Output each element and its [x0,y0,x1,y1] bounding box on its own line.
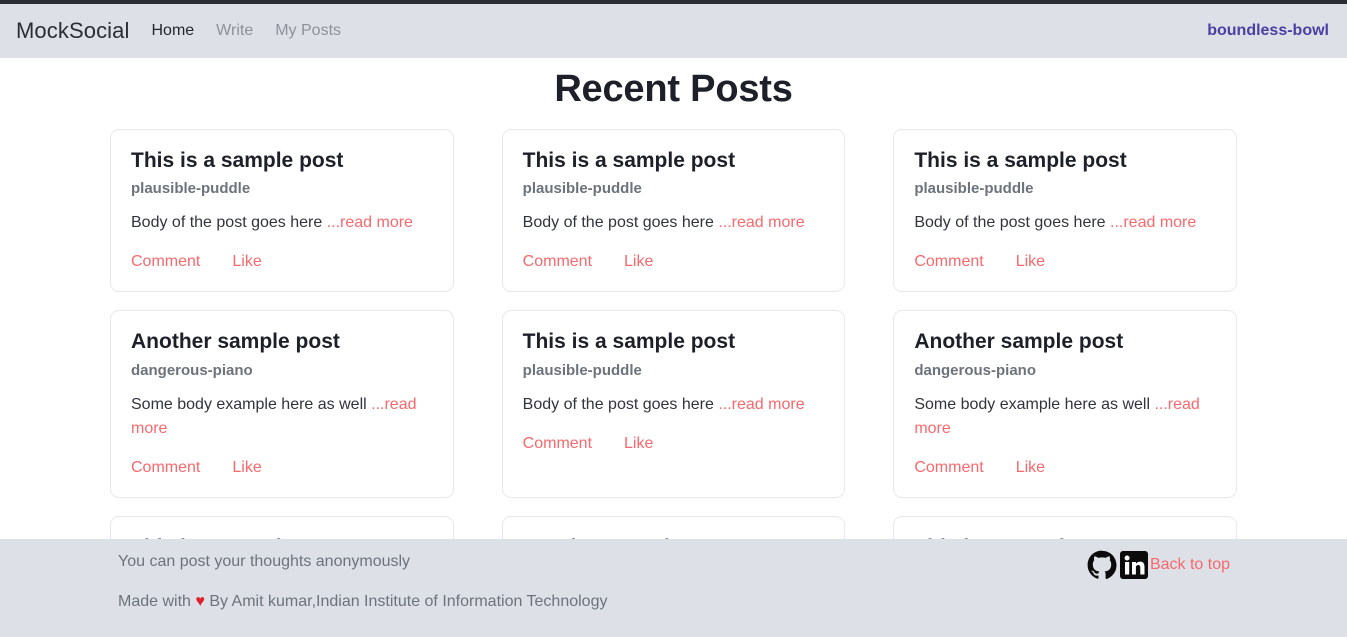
like-button[interactable]: Like [1016,459,1045,477]
post-author: plausible-puddle [131,180,251,198]
like-button[interactable]: Like [624,435,653,453]
footer-tagline: You can post your thoughts anonymously [118,553,411,570]
post-body: Body of the post goes here ...read more [131,211,433,235]
post-card: This is a sample postplausible-puddleBod… [893,515,1237,539]
post-card: Another sample post dangerous-piano Some b… [893,310,1237,498]
main-content: Recent Posts This is a sample post plausi… [0,58,1347,539]
nav-link-home[interactable]: Home [151,22,194,40]
read-more-link[interactable]: ...read more [327,214,413,231]
post-actions: Comment Like [131,253,433,271]
post-card: Another sample postdangerous-pianoSome b… [501,515,846,539]
comment-button[interactable]: Comment [131,459,200,477]
post-card: This is a sample post plausible-puddle Bod… [893,129,1237,293]
footer-credit: Made with ♥ By Amit kumar,Indian Institu… [118,593,607,611]
read-more-link[interactable]: ...read more [718,396,804,413]
post-body-text: Some body example here as well [914,395,1155,413]
post-body-text: Some body example here as well [131,395,372,413]
footer-social-links: Back to top [1086,549,1230,581]
footer: You can post your thoughts anonymously M… [0,539,1347,637]
post-body: Some body example here as well ...read m… [131,393,433,441]
nav-links: Home Write My Posts [151,22,341,40]
page-title: Recent Posts [554,68,793,110]
footer-credit-suffix: By Amit kumar,Indian Institute of Inform… [204,593,608,610]
post-actions: Comment Like [523,253,825,271]
post-title: This is a sample post [522,149,736,172]
heart-icon: ♥ [195,593,205,610]
read-more-link[interactable]: ...read more [718,214,804,231]
post-actions: Comment Like [914,253,1216,271]
post-body: Body of the post goes here ...read more [523,211,825,235]
post-body-text: Body of the post goes here [522,214,719,232]
post-title: This is a sample post [131,149,344,172]
post-body-text: Body of the post goes here [522,395,719,413]
like-button[interactable]: Like [1016,253,1045,271]
navbar: MockSocial Home Write My Posts boundless… [0,4,1347,58]
post-actions: Comment Like [914,459,1216,477]
linkedin-icon[interactable] [1118,549,1150,581]
posts-grid: This is a sample post plausible-puddle Bod… [0,129,1347,539]
github-icon[interactable] [1086,549,1118,581]
post-body: Some body example here as well ...read m… [914,393,1216,441]
post-card: This is a sample post plausible-puddle Bod… [501,310,846,498]
like-button[interactable]: Like [232,253,261,271]
post-card: Another sample post dangerous-piano Some b… [110,310,454,498]
post-card: This is a sample post plausible-puddle Bod… [110,129,454,293]
comment-button[interactable]: Comment [523,253,592,271]
nav-link-write[interactable]: Write [216,22,253,40]
post-title: Another sample post [131,330,340,354]
footer-credit-prefix: Made with [118,593,196,610]
post-body-text: Body of the post goes here [914,214,1111,232]
post-actions: Comment Like [131,459,433,477]
post-author: plausible-puddle [522,180,642,198]
comment-button[interactable]: Comment [523,435,592,453]
read-more-link[interactable]: ...read more [1110,214,1196,231]
nav-link-my-posts[interactable]: My Posts [275,22,341,40]
comment-button[interactable]: Comment [914,253,983,271]
post-card: This is a sample post plausible-puddle Bod… [501,129,846,293]
post-body: Body of the post goes here ...read more [523,393,825,417]
post-title: This is a sample post [914,149,1127,172]
brand-logo[interactable]: MockSocial [16,18,129,44]
post-author: plausible-puddle [914,180,1034,198]
like-button[interactable]: Like [624,253,653,271]
post-author: dangerous-piano [914,361,1036,379]
post-author: dangerous-piano [131,361,253,379]
post-title: This is a sample post [522,330,736,354]
post-body: Body of the post goes here ...read more [914,211,1216,235]
post-title: Another sample post [914,330,1124,354]
back-to-top-link[interactable]: Back to top [1150,549,1230,581]
post-card: This is a sample postplausible-puddleBod… [110,515,454,539]
current-username[interactable]: boundless-bowl [1207,22,1329,40]
post-author: plausible-puddle [522,361,642,379]
post-actions: Comment Like [523,435,825,453]
comment-button[interactable]: Comment [131,253,200,271]
like-button[interactable]: Like [232,459,261,477]
post-body-text: Body of the post goes here [131,214,327,232]
comment-button[interactable]: Comment [914,459,983,477]
browser-top-edge [0,0,1347,4]
